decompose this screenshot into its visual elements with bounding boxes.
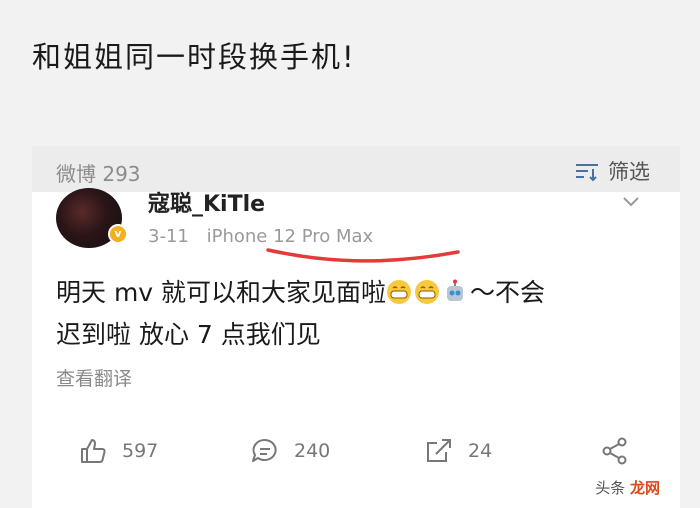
comment-button[interactable]: 240	[250, 436, 330, 466]
post-text-line1: 明天 mv 就可以和大家见面啦	[56, 278, 387, 307]
post-username[interactable]: 寇聪_KiTle	[148, 186, 265, 218]
page-caption: 和姐姐同一时段换手机!	[32, 40, 356, 74]
post-text-line1-tail: ～不会	[470, 278, 546, 307]
like-button[interactable]: 597	[78, 436, 158, 466]
share-nodes-icon	[602, 437, 627, 465]
repost-count-action: 24	[468, 440, 493, 462]
robot-emoji-icon	[447, 279, 464, 301]
chevron-down-icon[interactable]	[622, 196, 640, 208]
post-date: 3-11	[148, 226, 189, 247]
filter-label: 筛选	[608, 160, 650, 184]
share-arrow-icon	[427, 439, 451, 462]
red-underline-annotation	[266, 248, 460, 263]
watermark-prefix: 头条	[595, 479, 626, 497]
comment-count: 240	[294, 440, 331, 462]
filter-icon	[576, 164, 598, 182]
thumbs-up-icon	[81, 439, 106, 463]
weibo-post-card: v 寇聪_KiTle 3-11 iPhone 12 Pro Max 明天 mv …	[32, 188, 680, 508]
filter-bar: 微博 293 筛选	[32, 146, 680, 192]
filter-button[interactable]: 筛选	[574, 156, 650, 186]
watermark-brand: 龙网	[629, 479, 660, 497]
post-text: 明天 mv 就可以和大家见面啦 ～不会 迟到啦 放心 7 点我们见	[56, 272, 656, 356]
action-bar: 597 240 24	[32, 430, 680, 474]
like-count: 597	[122, 440, 159, 462]
grin-emoji-icon	[387, 280, 412, 304]
post-text-line2: 迟到啦 放心 7 点我们见	[56, 320, 321, 349]
verified-badge-icon: v	[108, 224, 128, 244]
comment-icon	[252, 438, 277, 462]
repost-button[interactable]: 24	[424, 436, 492, 466]
repost-count[interactable]: 微博 293	[56, 158, 141, 187]
translate-link[interactable]: 查看翻译	[56, 364, 132, 391]
share-button[interactable]	[600, 436, 630, 466]
site-watermark: 头条 龙网	[589, 475, 666, 500]
grin-emoji-icon	[415, 280, 440, 304]
